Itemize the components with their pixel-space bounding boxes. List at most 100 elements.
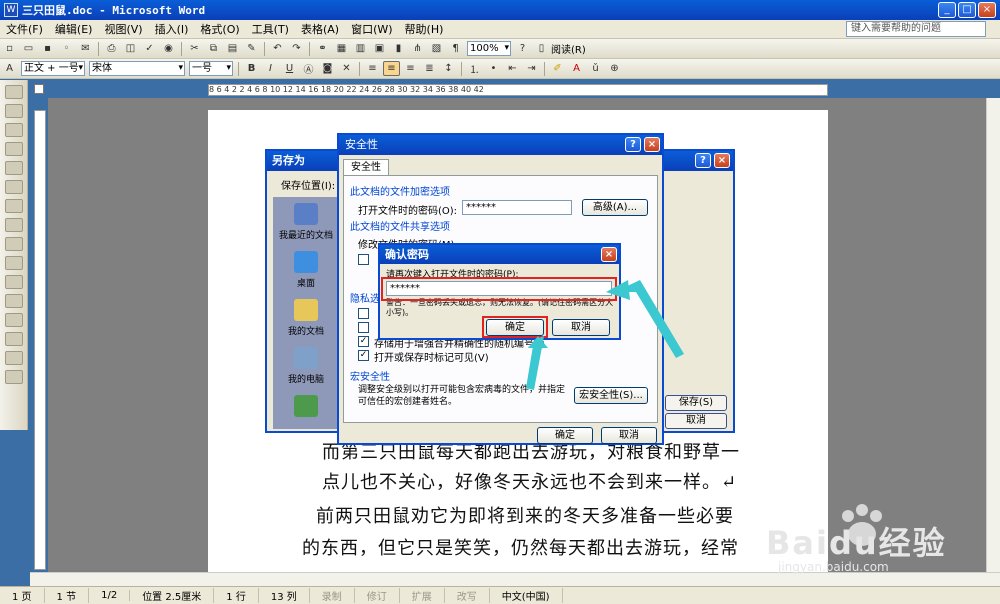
horizontal-ruler[interactable]: 8 6 4 2 2 4 6 8 10 12 14 16 18 20 22 24 … — [208, 84, 828, 96]
place-recent[interactable]: 我最近的文档 — [273, 197, 339, 245]
tables-borders-icon[interactable]: ▦ — [333, 41, 350, 56]
draw-tool-icon[interactable] — [5, 104, 23, 118]
close-button[interactable]: × — [601, 247, 617, 262]
save-button[interactable]: 保存(S) — [665, 395, 727, 411]
draw-tool-icon[interactable] — [5, 332, 23, 346]
increase-indent-icon[interactable]: ⇥ — [523, 61, 540, 76]
draw-tool-icon[interactable] — [5, 85, 23, 99]
draw-tool-icon[interactable] — [5, 313, 23, 327]
track-visible-checkbox[interactable]: ✓ — [358, 350, 369, 361]
draw-tool-icon[interactable] — [5, 351, 23, 365]
close-button[interactable]: × — [714, 153, 730, 168]
underline-button[interactable]: U — [281, 61, 298, 76]
minimize-button[interactable]: _ — [938, 2, 956, 18]
menu-tools[interactable]: 工具(T) — [246, 21, 295, 37]
document-map-icon[interactable]: ▧ — [428, 41, 445, 56]
merge-accuracy-checkbox[interactable]: ✓ — [358, 336, 369, 347]
close-button[interactable]: × — [978, 2, 996, 18]
draw-tool-icon[interactable] — [5, 123, 23, 137]
print-preview-icon[interactable]: ◫ — [122, 41, 139, 56]
place-my-documents[interactable]: 我的文档 — [273, 293, 339, 341]
vertical-ruler[interactable] — [34, 110, 46, 570]
research-icon[interactable]: ◉ — [160, 41, 177, 56]
spelling-icon[interactable]: ✓ — [141, 41, 158, 56]
align-center-icon[interactable]: ≡ — [383, 61, 400, 76]
copy-icon[interactable]: ⧉ — [205, 41, 222, 56]
menu-format[interactable]: 格式(O) — [194, 21, 245, 37]
cut-icon[interactable]: ✂ — [186, 41, 203, 56]
align-right-icon[interactable]: ≡ — [402, 61, 419, 76]
char-shading-icon[interactable]: ◙ — [319, 61, 336, 76]
status-overtype[interactable]: 改写 — [445, 588, 490, 603]
char-scale-icon[interactable]: ✕ — [338, 61, 355, 76]
save-icon[interactable]: ▪ — [39, 41, 56, 56]
ok-button[interactable]: 确定 — [537, 427, 593, 444]
draw-tool-icon[interactable] — [5, 294, 23, 308]
maximize-button[interactable]: □ — [958, 2, 976, 18]
draw-tool-icon[interactable] — [5, 237, 23, 251]
draw-tool-icon[interactable] — [5, 275, 23, 289]
read-button[interactable]: 阅读(R) — [551, 41, 586, 56]
status-record[interactable]: 录制 — [310, 588, 355, 603]
decrease-indent-icon[interactable]: ⇤ — [504, 61, 521, 76]
draw-tool-icon[interactable] — [5, 161, 23, 175]
draw-tool-icon[interactable] — [5, 142, 23, 156]
print-icon[interactable]: ⎙ — [103, 41, 120, 56]
highlight-icon[interactable]: ✐ — [549, 61, 566, 76]
numbering-icon[interactable]: ⒈ — [466, 61, 483, 76]
word-app-icon[interactable]: W — [4, 3, 18, 17]
style-select[interactable]: 正文 + 一号 — [21, 61, 85, 76]
draw-tool-icon[interactable] — [5, 180, 23, 194]
paste-icon[interactable]: ▤ — [224, 41, 241, 56]
help-button[interactable]: ? — [695, 153, 711, 168]
char-border-icon[interactable]: Ⓐ — [300, 61, 317, 76]
font-select[interactable]: 宋体 — [89, 61, 185, 76]
macro-security-button[interactable]: 宏安全性(S)... — [574, 387, 648, 404]
bullets-icon[interactable]: • — [485, 61, 502, 76]
columns-icon[interactable]: ▮ — [390, 41, 407, 56]
bold-button[interactable]: B — [243, 61, 260, 76]
draw-tool-icon[interactable] — [5, 370, 23, 384]
menu-file[interactable]: 文件(F) — [0, 21, 49, 37]
line-spacing-icon[interactable]: ↕ — [440, 61, 457, 76]
privacy-checkbox[interactable] — [358, 322, 369, 333]
privacy-checkbox[interactable] — [358, 308, 369, 319]
new-icon[interactable]: ▫ — [1, 41, 18, 56]
open-password-field[interactable]: ****** — [462, 200, 572, 215]
italic-button[interactable]: I — [262, 61, 279, 76]
menu-window[interactable]: 窗口(W) — [345, 21, 398, 37]
show-hide-icon[interactable]: ¶ — [447, 41, 464, 56]
help-search-input[interactable]: 键入需要帮助的问题 — [846, 21, 986, 37]
permission-icon[interactable]: ◦ — [58, 41, 75, 56]
size-select[interactable]: 一号 — [189, 61, 233, 76]
tab-selector[interactable] — [34, 84, 44, 94]
drawing-icon[interactable]: ⋔ — [409, 41, 426, 56]
email-icon[interactable]: ✉ — [77, 41, 94, 56]
menu-view[interactable]: 视图(V) — [98, 21, 148, 37]
menu-insert[interactable]: 插入(I) — [149, 21, 195, 37]
align-justify-icon[interactable]: ≡ — [364, 61, 381, 76]
undo-icon[interactable]: ↶ — [269, 41, 286, 56]
place-my-computer[interactable]: 我的电脑 — [273, 341, 339, 389]
draw-tool-icon[interactable] — [5, 199, 23, 213]
place-desktop[interactable]: 桌面 — [273, 245, 339, 293]
menu-table[interactable]: 表格(A) — [295, 21, 345, 37]
tab-security[interactable]: 安全性 — [343, 159, 389, 176]
styles-pane-icon[interactable]: A — [1, 61, 18, 76]
cancel-button[interactable]: 取消 — [601, 427, 657, 444]
format-painter-icon[interactable]: ✎ — [243, 41, 260, 56]
phonetic-icon[interactable]: ǔ — [587, 61, 604, 76]
place-network[interactable] — [273, 389, 339, 437]
cancel-button[interactable]: 取消 — [665, 413, 727, 429]
enclose-char-icon[interactable]: ⊕ — [606, 61, 623, 76]
open-icon[interactable]: ▭ — [20, 41, 37, 56]
help-icon[interactable]: ? — [514, 41, 531, 56]
insert-table-icon[interactable]: ▥ — [352, 41, 369, 56]
cancel-button[interactable]: 取消 — [552, 319, 610, 336]
read-only-checkbox[interactable] — [358, 254, 369, 265]
hyperlink-icon[interactable]: ⚭ — [314, 41, 331, 56]
font-color-icon[interactable]: A — [568, 61, 585, 76]
status-extend[interactable]: 扩展 — [400, 588, 445, 603]
draw-tool-icon[interactable] — [5, 256, 23, 270]
zoom-select[interactable]: 100% — [467, 41, 511, 56]
